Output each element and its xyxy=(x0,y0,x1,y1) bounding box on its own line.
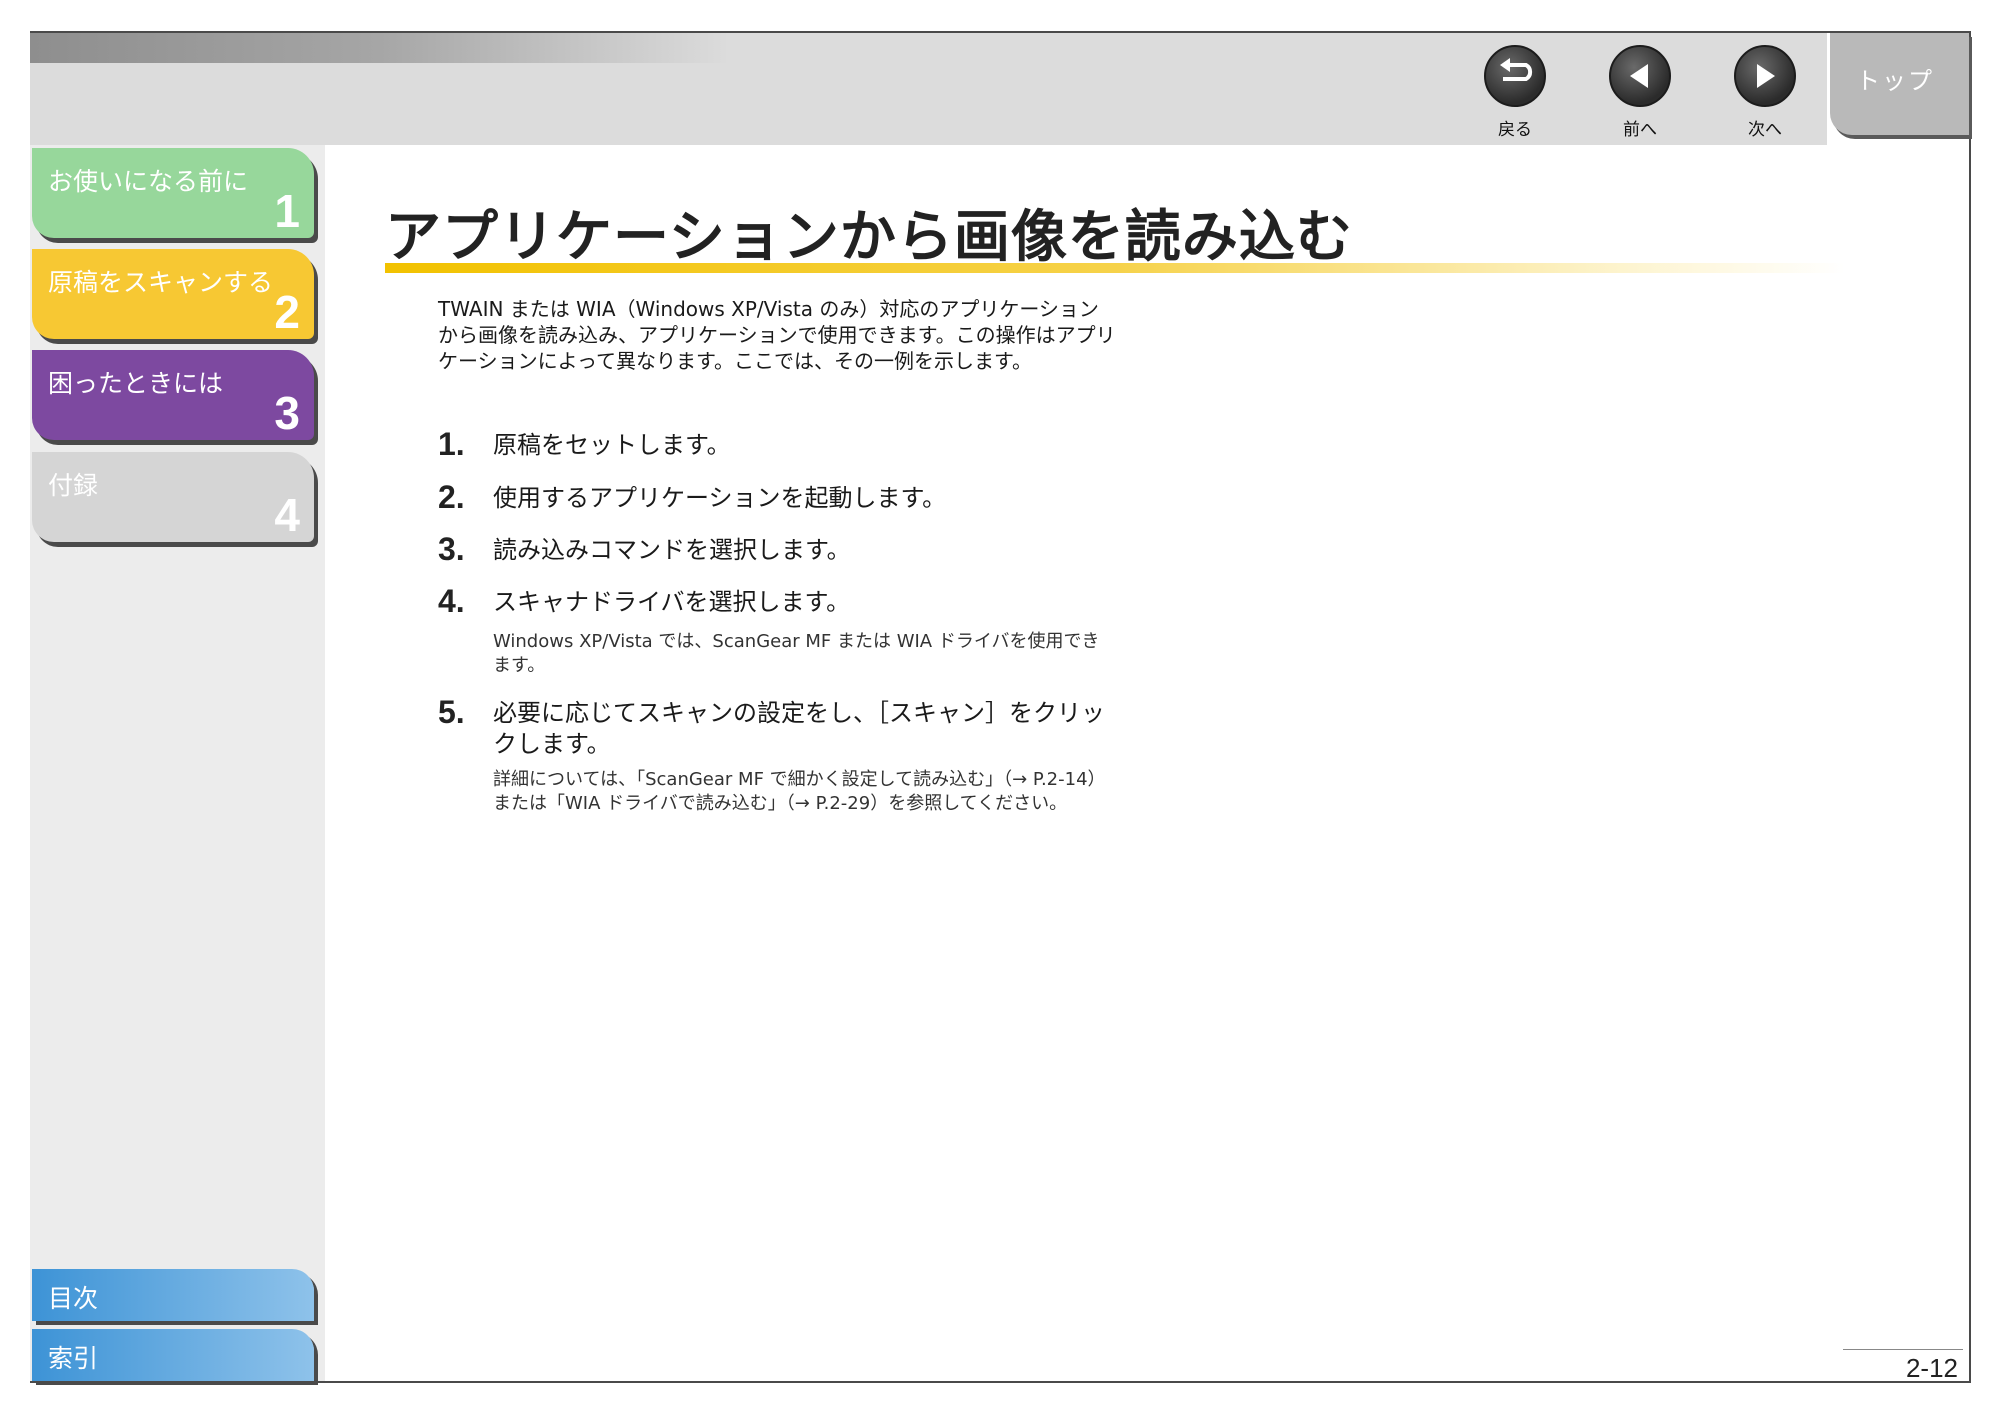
contents-label: 目次 xyxy=(48,1284,99,1313)
step-text: スキャナドライバを選択します。 xyxy=(493,588,851,616)
sidebar-tab-before-use[interactable]: お使いになる前に 1 xyxy=(32,148,314,238)
sidebar-tab-troubleshooting[interactable]: 困ったときには 3 xyxy=(32,350,314,440)
next-triangle-icon xyxy=(1734,45,1796,107)
top-tab-label: トップ xyxy=(1856,67,1934,95)
sidebar-tab-label: お使いになる前に xyxy=(48,167,249,196)
page-number: 2-12 xyxy=(1905,1353,1958,1383)
sidebar-tab-label: 原稿をスキャンする xyxy=(48,268,274,297)
next-button[interactable]: 次へ xyxy=(1730,45,1800,140)
step-number: 5. xyxy=(438,694,465,730)
previous-label: 前へ xyxy=(1623,120,1657,140)
step-note: Windows XP/Vista では、ScanGear MF または WIA … xyxy=(493,631,1100,676)
step-number: 2. xyxy=(438,479,465,515)
step-number: 1. xyxy=(438,426,465,462)
contents-button[interactable]: 目次 xyxy=(32,1269,314,1321)
sidebar-tab-number: 3 xyxy=(274,387,300,439)
step-number: 4. xyxy=(438,583,465,619)
step-text: 原稿をセットします。 xyxy=(493,431,731,459)
step-number: 3. xyxy=(438,531,465,567)
sidebar-tab-number: 2 xyxy=(274,286,300,338)
sidebar-tab-appendix[interactable]: 付録 4 xyxy=(32,452,314,542)
page-number-rule xyxy=(1843,1349,1963,1350)
top-page-tab[interactable]: トップ xyxy=(1830,33,1969,135)
index-label: 索引 xyxy=(48,1344,99,1373)
step-text: 読み込みコマンドを選択します。 xyxy=(493,536,851,564)
back-arrow-icon xyxy=(1484,45,1546,107)
sidebar-tab-label: 困ったときには xyxy=(48,369,224,398)
sidebar-tab-number: 4 xyxy=(274,489,300,541)
step-text: 使用するアプリケーションを起動します。 xyxy=(493,484,947,512)
header-stripe xyxy=(30,33,730,63)
title-underline xyxy=(385,263,1845,273)
intro-paragraph: TWAIN または WIA（Windows XP/Vista のみ）対応のアプリ… xyxy=(438,297,1116,373)
step-text: 必要に応じてスキャンの設定をし、［スキャン］をクリックします。 xyxy=(493,699,1105,758)
page-title: アプリケーションから画像を読み込む xyxy=(385,205,1353,270)
sidebar-tab-number: 1 xyxy=(274,185,300,237)
sidebar-tab-label: 付録 xyxy=(48,471,99,500)
back-label: 戻る xyxy=(1498,120,1532,140)
index-button[interactable]: 索引 xyxy=(32,1329,314,1381)
back-button[interactable]: 戻る xyxy=(1480,45,1550,140)
previous-button[interactable]: 前へ xyxy=(1605,45,1675,140)
previous-triangle-icon xyxy=(1609,45,1671,107)
next-label: 次へ xyxy=(1748,120,1782,140)
step-note: 詳細については、「ScanGear MF で細かく設定して読み込む」（→ P.2… xyxy=(493,769,1106,814)
sidebar-tab-scan[interactable]: 原稿をスキャンする 2 xyxy=(32,249,314,339)
